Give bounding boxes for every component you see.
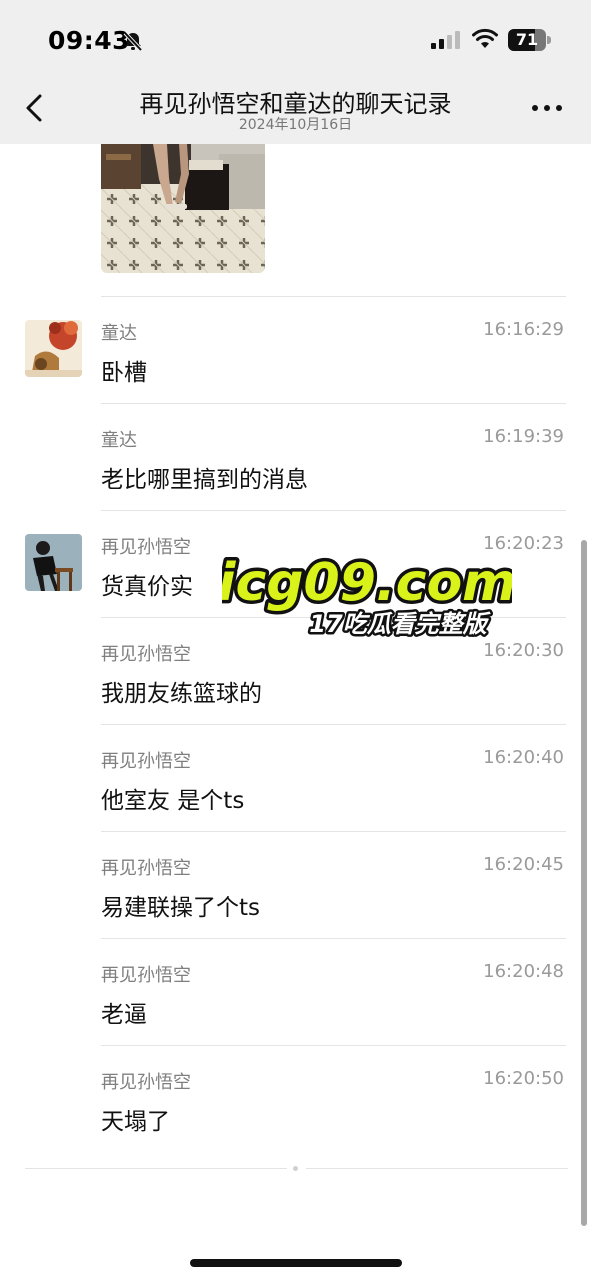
battery-cap: [547, 36, 551, 44]
sender-name: 再见孙悟空: [101, 537, 191, 558]
shared-photo[interactable]: [101, 144, 265, 273]
bell-slash-icon: [123, 31, 143, 52]
sender-name: 童达: [101, 323, 137, 344]
message-text: 老比哪里搞到的消息: [101, 467, 308, 493]
end-of-history-dot: [293, 1166, 298, 1171]
message-text: 天塌了: [101, 1109, 170, 1135]
more-icon[interactable]: [530, 102, 564, 114]
message-text: 他室友 是个ts: [101, 788, 245, 814]
message-text: 我朋友练篮球的: [101, 681, 262, 707]
message-item[interactable]: 再见孙悟空 16:20:48 老逼: [0, 939, 591, 1046]
battery-icon: 71: [508, 29, 552, 51]
status-time: 09:43: [48, 26, 131, 55]
battery-body: 71: [508, 29, 546, 51]
message-time: 16:20:40: [483, 747, 564, 768]
watermark-tagline: 17吃瓜看完整版: [309, 610, 490, 638]
sender-name: 童达: [101, 430, 137, 451]
tongda-avatar[interactable]: [25, 320, 82, 377]
chat-date: 2024年10月16日: [238, 117, 353, 133]
watermark-logo: icg09.com 17吃瓜看完整版: [222, 552, 512, 641]
chat-history[interactable]: 童达 16:16:29 卧槽 童达 16:19:39 老比哪里搞到的消息 再见孙…: [0, 144, 591, 1280]
watermark-domain: icg09.com: [222, 553, 512, 613]
message-text: 货真价实: [101, 574, 193, 600]
sender-name: 再见孙悟空: [101, 1072, 191, 1093]
message-item[interactable]: 童达 16:16:29 卧槽: [0, 297, 591, 404]
message-item[interactable]: 再见孙悟空 16:20:50 天塌了: [0, 1046, 591, 1153]
battery-level: 71: [515, 30, 539, 49]
chevron-left-icon[interactable]: [20, 90, 50, 126]
message-time: 16:20:45: [483, 854, 564, 875]
message-time: 16:20:23: [483, 533, 564, 554]
sender-name: 再见孙悟空: [101, 751, 191, 772]
wifi-icon: [472, 28, 498, 48]
end-divider-right: [306, 1168, 568, 1169]
scrollbar[interactable]: [581, 540, 587, 1226]
sunwukong-avatar[interactable]: [25, 534, 82, 591]
message-time: 16:20:50: [483, 1068, 564, 1089]
home-indicator[interactable]: [190, 1259, 402, 1267]
status-bar: 09:43 71: [0, 0, 591, 80]
message-item[interactable]: 再见孙悟空 16:20:40 他室友 是个ts: [0, 725, 591, 832]
sender-name: 再见孙悟空: [101, 858, 191, 879]
message-text: 卧槽: [101, 360, 147, 386]
sender-name: 再见孙悟空: [101, 644, 191, 665]
chat-header: 再见孙悟空和童达的聊天记录 2024年10月16日: [0, 80, 591, 144]
sender-name: 再见孙悟空: [101, 965, 191, 986]
message-text: 易建联操了个ts: [101, 895, 261, 921]
message-text: 老逼: [101, 1002, 147, 1028]
message-time: 16:19:39: [483, 426, 564, 447]
message-time: 16:16:29: [483, 319, 564, 340]
message-item[interactable]: 童达 16:19:39 老比哪里搞到的消息: [0, 404, 591, 511]
message-time: 16:20:48: [483, 961, 564, 982]
message-item[interactable]: 再见孙悟空 16:20:45 易建联操了个ts: [0, 832, 591, 939]
cellular-signal-icon: [431, 31, 460, 49]
end-divider-left: [25, 1168, 287, 1169]
